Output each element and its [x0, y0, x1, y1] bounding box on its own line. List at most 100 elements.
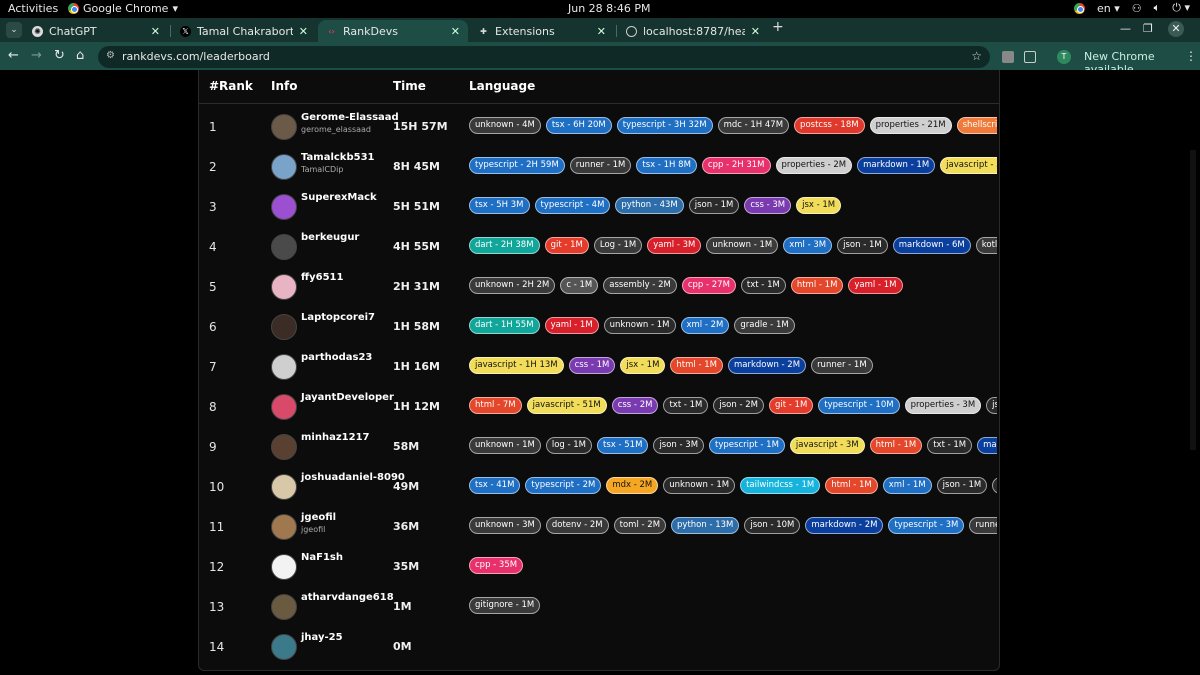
- activities-button[interactable]: Activities: [8, 2, 58, 15]
- power-icon[interactable]: ⏻ ▾: [1172, 1, 1190, 15]
- back-button[interactable]: ←: [8, 48, 19, 63]
- language-badge: unknown - 2H 2M: [469, 277, 556, 294]
- rank-cell: 10: [209, 480, 225, 494]
- user-name[interactable]: JayantDeveloper: [301, 392, 394, 403]
- user-name[interactable]: parthodas23: [301, 352, 372, 363]
- tab-chatgpt[interactable]: ✺ ChatGPT ✕: [24, 20, 168, 42]
- time-cell: 0M: [393, 640, 412, 653]
- header-rank: #Rank: [209, 79, 253, 93]
- chrome-tray-icon[interactable]: [1074, 2, 1085, 14]
- user-name[interactable]: berkeugur: [301, 232, 359, 243]
- language-badge: css - 3M: [744, 197, 792, 214]
- avatar[interactable]: [271, 394, 297, 420]
- rank-cell: 11: [209, 520, 225, 534]
- tab-twitter[interactable]: 𝕏 Tamal Chakraborty (@Ta ✕: [172, 20, 316, 42]
- avatar[interactable]: [271, 354, 297, 380]
- table-row[interactable]: 5 ffy6511 2H 31M unknown - 2H 2M c - 1M assem…: [199, 267, 999, 307]
- extensions-puzzle-icon[interactable]: [1024, 51, 1036, 63]
- language-list: unknown - 3M dotenv - 2M toml - 2M python -…: [469, 517, 997, 537]
- table-row[interactable]: 13 atharvdange618 1M gitignore - 1M: [199, 587, 999, 627]
- language-badge: dart - 1H 55M: [469, 317, 540, 334]
- tab-search-button[interactable]: ⌄: [6, 22, 22, 38]
- language-badge: unknown - 4M: [469, 117, 541, 134]
- close-icon[interactable]: ✕: [451, 25, 460, 38]
- new-tab-button[interactable]: +: [772, 19, 784, 35]
- rank-cell: 7: [209, 360, 217, 374]
- table-row[interactable]: 9 minhaz1217 58M unknown - 1M log - 1M tsx - …: [199, 427, 999, 467]
- address-bar[interactable]: ⚙ rankdevs.com/leaderboard ☆: [98, 46, 990, 68]
- chatgpt-icon: ✺: [32, 25, 43, 37]
- table-row[interactable]: 1 Gerome-Elassaad gerome_elassaad 15H 57M un…: [199, 107, 999, 147]
- close-icon[interactable]: ✕: [751, 25, 760, 38]
- close-window-button[interactable]: ✕: [1168, 21, 1184, 37]
- avatar[interactable]: [271, 554, 297, 580]
- leaderboard-table: #Rank Info Time Language 1 Gerome-Elassaa…: [198, 70, 1000, 671]
- avatar[interactable]: [271, 274, 297, 300]
- table-row[interactable]: 7 parthodas23 1H 16M javascript - 1H 13M css…: [199, 347, 999, 387]
- tab-rankdevs[interactable]: ‹› RankDevs ✕: [318, 20, 468, 42]
- network-icon[interactable]: ⚇: [1132, 2, 1142, 15]
- avatar[interactable]: [271, 514, 297, 540]
- table-row[interactable]: 6 Laptopcorei7 1H 58M dart - 1H 55M yaml - 1…: [199, 307, 999, 347]
- reload-button[interactable]: ↻: [54, 48, 65, 63]
- user-name[interactable]: Tamalckb531: [301, 152, 375, 163]
- clock[interactable]: Jun 28 8:46 PM: [568, 2, 651, 15]
- language-badge: properties - 3M: [904, 397, 982, 414]
- language-indicator[interactable]: en ▾: [1097, 2, 1120, 15]
- language-badge: unknown - 1M: [603, 317, 676, 334]
- table-row[interactable]: 3 SuperexMack 5H 51M tsx - 5H 3M typescript …: [199, 187, 999, 227]
- language-badge: typescript - 4M: [534, 197, 611, 214]
- table-row[interactable]: 4 berkeugur 4H 55M dart - 2H 38M git - 1M Log…: [199, 227, 999, 267]
- language-badge: javascript - 1H 13M: [469, 357, 564, 374]
- user-name[interactable]: atharvdange618: [301, 592, 394, 603]
- user-name[interactable]: jhay-25: [301, 632, 343, 643]
- volume-icon[interactable]: 🔈︎: [1154, 1, 1161, 15]
- kebab-menu-icon[interactable]: ⋮: [1185, 49, 1197, 63]
- table-row[interactable]: 12 NaF1sh 35M cpp - 35M: [199, 547, 999, 587]
- user-name[interactable]: Laptopcorei7: [301, 312, 375, 323]
- user-name[interactable]: minhaz1217: [301, 432, 370, 443]
- user-name[interactable]: Gerome-Elassaad: [301, 112, 399, 123]
- time-cell: 15H 57M: [393, 120, 448, 133]
- table-row[interactable]: 2 Tamalckb531 TamalCDip 8H 45M typescript - …: [199, 147, 999, 187]
- user-name[interactable]: NaF1sh: [301, 552, 343, 563]
- time-cell: 5H 51M: [393, 200, 440, 213]
- avatar[interactable]: [271, 314, 297, 340]
- close-icon[interactable]: ✕: [597, 25, 606, 38]
- close-icon[interactable]: ✕: [151, 25, 160, 38]
- table-row[interactable]: 14 jhay-25 0M: [199, 627, 999, 667]
- bookmark-star-icon[interactable]: ☆: [971, 49, 982, 63]
- close-icon[interactable]: ✕: [299, 25, 308, 38]
- user-name[interactable]: jgeofil: [301, 512, 336, 523]
- app-menu[interactable]: Google Chrome ▾: [68, 2, 178, 15]
- table-row[interactable]: 8 JayantDeveloper 1H 12M html - 7M javascrip…: [199, 387, 999, 427]
- avatar[interactable]: [271, 594, 297, 620]
- forward-button[interactable]: →: [31, 48, 42, 63]
- profile-avatar[interactable]: T: [1057, 50, 1071, 64]
- avatar[interactable]: [271, 154, 297, 180]
- system-tray[interactable]: en ▾ ⚇ 🔈︎ ⏻ ▾: [1074, 1, 1190, 15]
- tab-extensions[interactable]: ✚ Extensions ✕: [470, 20, 614, 42]
- avatar[interactable]: [271, 434, 297, 460]
- language-list: html - 7M javascript - 51M css - 2M txt - 1…: [469, 397, 997, 417]
- time-cell: 36M: [393, 520, 420, 533]
- table-row[interactable]: 11 jgeofil jgeofil 36M unknown - 3M dotenv - …: [199, 507, 999, 547]
- extension-g-icon[interactable]: [1002, 51, 1014, 63]
- site-info-icon[interactable]: ⚙: [106, 50, 115, 61]
- table-row[interactable]: 10 joshuadaniel-8090 49M tsx - 41M typescrip…: [199, 467, 999, 507]
- header-language: Language: [469, 79, 536, 93]
- maximize-button[interactable]: ❐: [1143, 22, 1153, 35]
- language-badge: xml - 3M: [783, 237, 833, 254]
- home-button[interactable]: ⌂: [76, 48, 84, 63]
- user-name[interactable]: joshuadaniel-8090: [301, 472, 405, 483]
- scrollbar[interactable]: [1190, 150, 1196, 450]
- avatar[interactable]: [271, 194, 297, 220]
- tab-localhost[interactable]: localhost:8787/health ✕: [618, 20, 768, 42]
- avatar[interactable]: [271, 634, 297, 660]
- avatar[interactable]: [271, 234, 297, 260]
- user-name[interactable]: SuperexMack: [301, 192, 377, 203]
- minimize-button[interactable]: —: [1120, 22, 1131, 35]
- avatar[interactable]: [271, 474, 297, 500]
- user-name[interactable]: ffy6511: [301, 272, 343, 283]
- avatar[interactable]: [271, 114, 297, 140]
